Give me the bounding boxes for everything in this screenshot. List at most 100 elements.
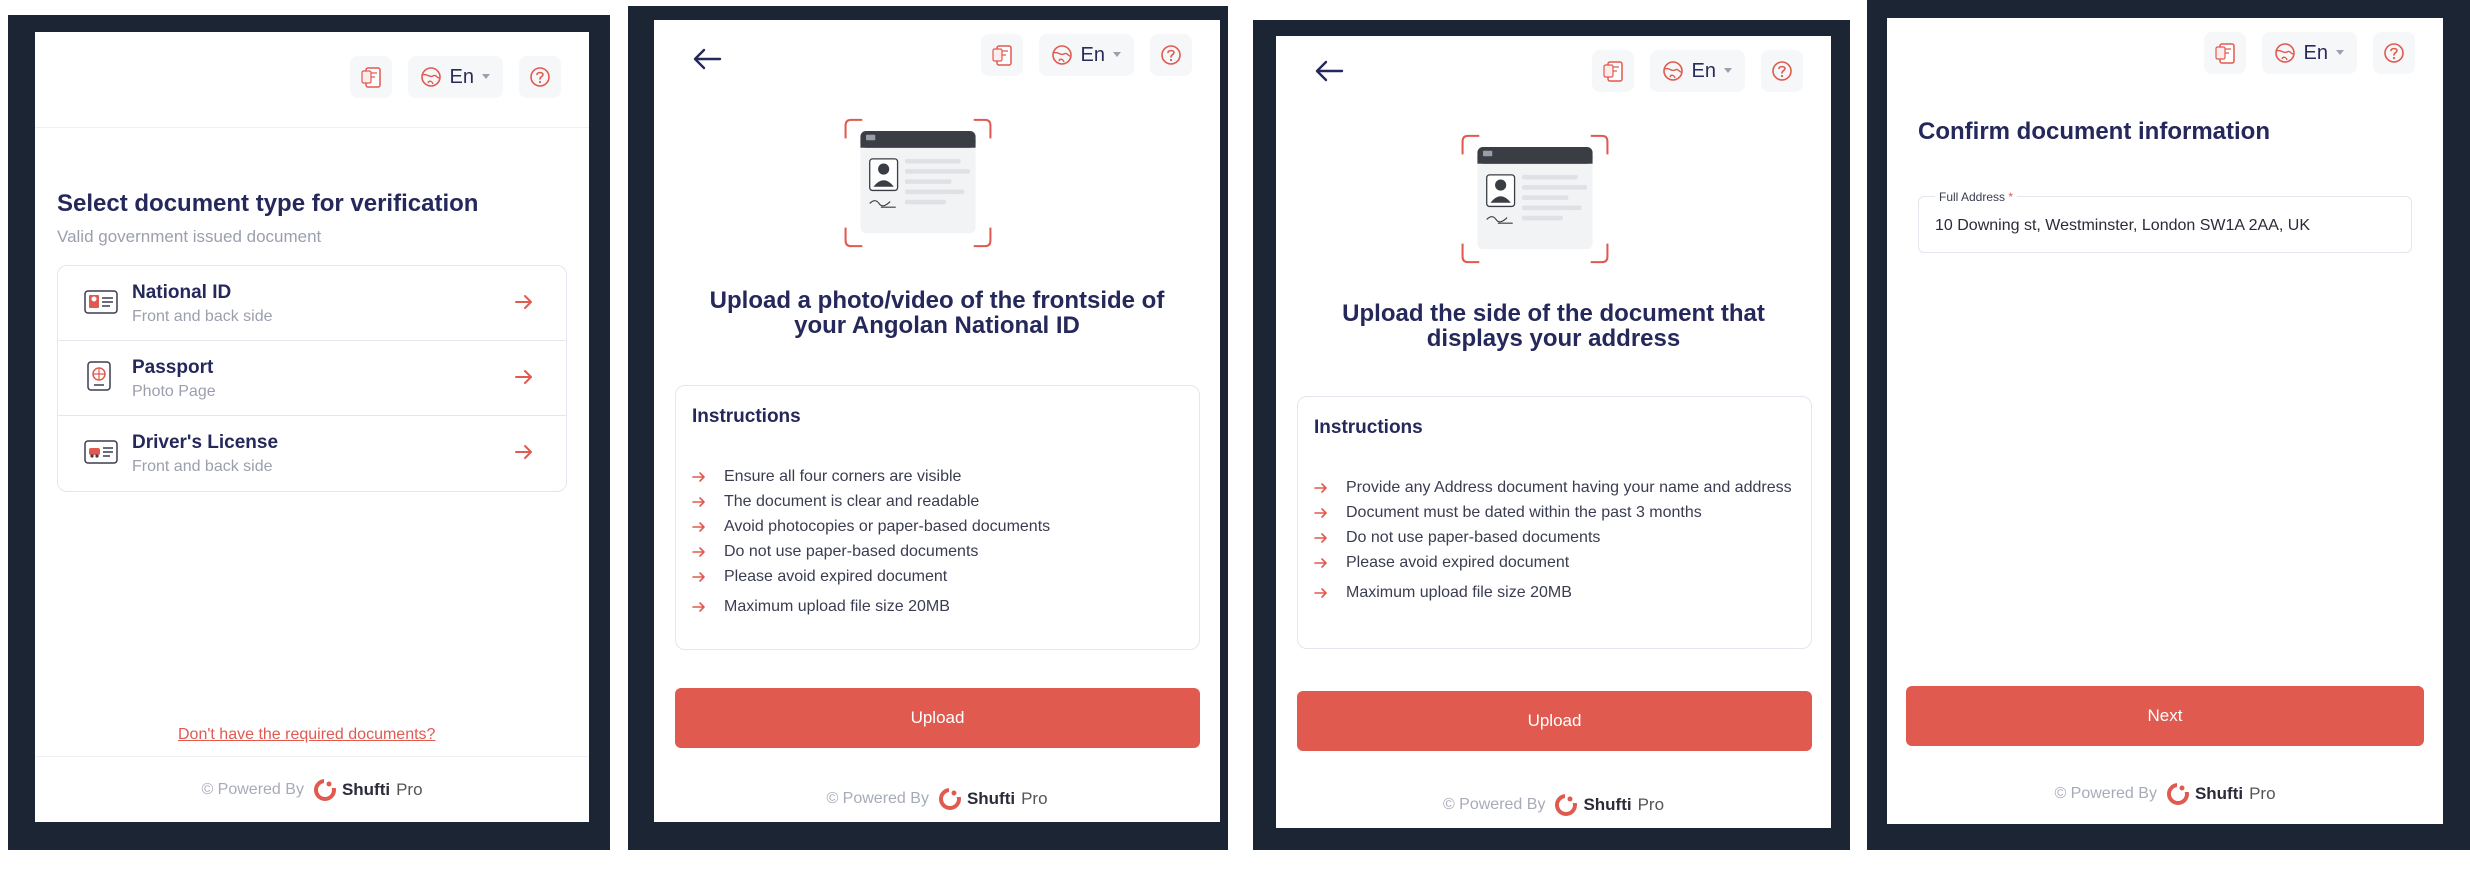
powered-by-text: © Powered By — [826, 790, 929, 807]
shufti-logo-icon — [938, 788, 961, 810]
document-option-passport[interactable]: Passport Photo Page — [58, 341, 566, 416]
top-bar: En — [35, 32, 589, 128]
document-icon — [991, 45, 1012, 66]
document-option-national-id[interactable]: National ID Front and back side — [58, 266, 566, 341]
help-icon — [1161, 45, 1181, 65]
upload-button[interactable]: Upload — [675, 688, 1200, 748]
help-icon — [2384, 43, 2404, 63]
instruction-text: Please avoid expired document — [1346, 554, 1570, 571]
arrow-right-icon — [1314, 508, 1327, 518]
document-option-label: National ID — [132, 282, 232, 303]
instruction-text: Ensure all four corners are visible — [724, 468, 962, 485]
shufti-logo-icon — [2166, 783, 2189, 805]
brand-suffix: Pro — [2249, 784, 2276, 803]
screen-upload-front: En Upload a photo/video of the frontside… — [654, 20, 1220, 822]
passport-icon — [87, 361, 111, 391]
globe-icon — [1662, 61, 1683, 81]
screen-confirm-information: En Confirm document information Full Add… — [1887, 18, 2443, 824]
instruction-item: Ensure all four corners are visible — [692, 468, 1183, 486]
document-icon — [2214, 43, 2235, 64]
arrow-right-icon — [692, 572, 705, 582]
back-arrow-icon[interactable] — [1312, 54, 1346, 88]
document-status-button[interactable] — [2203, 32, 2246, 74]
help-button[interactable] — [1761, 50, 1803, 92]
headline-line-1: Upload a photo/video of the frontside of — [709, 287, 1165, 314]
powered-by-text: © Powered By — [1442, 796, 1546, 813]
brand-logo: Shufti Pro — [938, 788, 1048, 810]
required-marker: * — [2008, 190, 2014, 204]
instruction-text: Maximum upload file size 20MB — [1346, 584, 1572, 601]
instruction-text: Do not use paper-based documents — [724, 543, 979, 560]
language-selector[interactable]: En — [2261, 32, 2357, 74]
footer: © Powered By Shufti Pro — [1887, 768, 2443, 820]
brand-name: Shufti — [2194, 784, 2244, 803]
language-selector[interactable]: En — [1649, 50, 1745, 92]
help-button[interactable] — [1150, 34, 1192, 76]
chevron-down-icon — [1724, 68, 1732, 73]
instructions-card: Instructions Provide any Address documen… — [1297, 396, 1812, 649]
instruction-item: Maximum upload file size 20MB — [1314, 584, 1795, 602]
help-icon — [530, 67, 550, 87]
page-subtitle: Valid government issued document — [57, 227, 322, 246]
document-option-drivers-license[interactable]: Driver's License Front and back side — [58, 416, 566, 491]
globe-icon — [2274, 43, 2295, 63]
instruction-text: Do not use paper-based documents — [1346, 529, 1601, 546]
top-bar: En — [654, 20, 1220, 116]
footer: © Powered By Shufti Pro — [1276, 782, 1831, 828]
instructions-title: Instructions — [1314, 417, 1423, 438]
instruction-text: Please avoid expired document — [724, 568, 948, 585]
arrow-right-icon — [1314, 588, 1327, 598]
back-arrow-icon[interactable] — [690, 42, 724, 76]
missing-documents-link[interactable]: Don't have the required documents? — [178, 726, 435, 744]
document-status-button[interactable] — [349, 56, 392, 98]
document-option-label: Driver's License — [132, 432, 279, 453]
help-button[interactable] — [2373, 32, 2415, 74]
instructions-title: Instructions — [692, 406, 801, 427]
help-button[interactable] — [519, 56, 561, 98]
field-label-text: Full Address — [1939, 190, 2006, 204]
arrow-right-icon — [1314, 558, 1327, 568]
instruction-item: The document is clear and readable — [692, 493, 1183, 511]
brand-suffix: Pro — [1021, 789, 1048, 808]
chevron-down-icon — [2336, 50, 2344, 55]
language-label: En — [1080, 43, 1105, 66]
arrow-right-icon — [692, 497, 705, 507]
brand-name: Shufti — [966, 789, 1016, 808]
instruction-item: Please avoid expired document — [692, 568, 1183, 586]
driver-license-icon — [84, 440, 118, 464]
instruction-text: Provide any Address document having your… — [1346, 479, 1792, 496]
instruction-item: Avoid photocopies or paper-based documen… — [692, 518, 1183, 536]
full-address-field[interactable]: Full Address * 10 Downing st, Westminste… — [1918, 190, 2412, 253]
language-selector[interactable]: En — [1038, 34, 1134, 76]
shufti-logo-icon — [1555, 794, 1578, 816]
document-icon — [1602, 61, 1623, 82]
headline-line-1: Upload the side of the document that — [1342, 300, 1765, 327]
instruction-text: The document is clear and readable — [724, 493, 980, 510]
document-option-label: Passport — [132, 357, 214, 378]
arrow-right-icon — [515, 295, 532, 309]
id-card-illustration — [1461, 134, 1609, 264]
globe-icon — [1051, 45, 1072, 65]
arrow-right-icon — [692, 547, 705, 557]
instructions-list: Provide any Address document having your… — [1314, 479, 1795, 609]
next-button[interactable]: Next — [1906, 686, 2424, 746]
language-label: En — [1691, 59, 1716, 82]
screen-upload-address: En Upload the side of the document that … — [1276, 36, 1831, 828]
brand-name: Shufti — [1583, 795, 1632, 814]
document-icon — [360, 67, 381, 88]
brand-name: Shufti — [341, 779, 391, 799]
document-status-button[interactable] — [1591, 50, 1634, 92]
arrow-right-icon — [1314, 483, 1327, 493]
document-status-button[interactable] — [980, 34, 1023, 76]
shufti-logo-icon — [313, 778, 336, 801]
upload-button[interactable]: Upload — [1297, 691, 1812, 751]
page-title: Select document type for verification — [57, 190, 479, 217]
language-selector[interactable]: En — [407, 56, 503, 98]
instructions-card: Instructions Ensure all four corners are… — [675, 385, 1200, 650]
instruction-item: Do not use paper-based documents — [692, 543, 1183, 561]
powered-by-text: © Powered By — [201, 780, 304, 798]
language-label: En — [2303, 41, 2328, 64]
brand-suffix: Pro — [396, 779, 423, 799]
brand-logo: Shufti Pro — [2166, 783, 2276, 805]
id-card-icon — [84, 290, 118, 314]
